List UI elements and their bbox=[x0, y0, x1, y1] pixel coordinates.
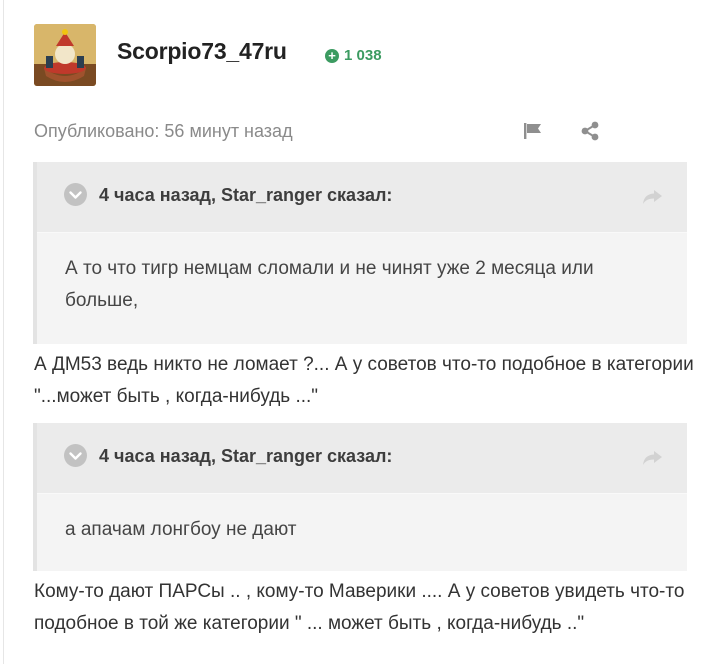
quote-text: А то что тигр немцам сломали и не чинят … bbox=[65, 258, 594, 311]
post-paragraph: А ДМ53 ведь никто не ломает ?... А у сов… bbox=[34, 354, 694, 407]
avatar[interactable] bbox=[34, 24, 96, 86]
chevron-down-icon[interactable] bbox=[64, 444, 87, 467]
reply-arrow-icon[interactable] bbox=[641, 449, 663, 467]
plus-circle-icon: + bbox=[325, 48, 339, 63]
quote-header: 4 часа назад, Star_ranger сказал: bbox=[37, 162, 687, 233]
quote-citation: 4 часа назад, Star_ranger сказал: bbox=[99, 185, 393, 205]
quote-text: а апачам лонгбоу не дают bbox=[65, 519, 297, 540]
published-time: Опубликовано: 56 минут назад bbox=[34, 121, 293, 141]
reply-arrow-icon[interactable] bbox=[641, 188, 663, 206]
reputation-count: 1 038 bbox=[344, 47, 382, 64]
post-meta: Опубликовано: 56 минут назад bbox=[34, 118, 694, 146]
post-paragraph: Кому-то дают ПАРСы .. , кому-то Маверики… bbox=[34, 581, 685, 634]
chevron-down-icon[interactable] bbox=[64, 183, 87, 206]
quote-block: 4 часа назад, Star_ranger сказал: а апач… bbox=[33, 423, 687, 571]
reputation-badge[interactable]: + 1 038 bbox=[325, 47, 382, 64]
quote-citation: 4 часа назад, Star_ranger сказал: bbox=[99, 446, 393, 466]
share-icon[interactable] bbox=[579, 120, 601, 142]
quote-block: 4 часа назад, Star_ranger сказал: А то ч… bbox=[33, 162, 687, 344]
flag-icon[interactable] bbox=[522, 120, 544, 142]
post-author-header: Scorpio73_47ru + 1 038 bbox=[34, 24, 694, 88]
author-name[interactable]: Scorpio73_47ru bbox=[117, 38, 287, 65]
content-border bbox=[3, 0, 4, 664]
quote-header: 4 часа назад, Star_ranger сказал: bbox=[37, 423, 687, 494]
